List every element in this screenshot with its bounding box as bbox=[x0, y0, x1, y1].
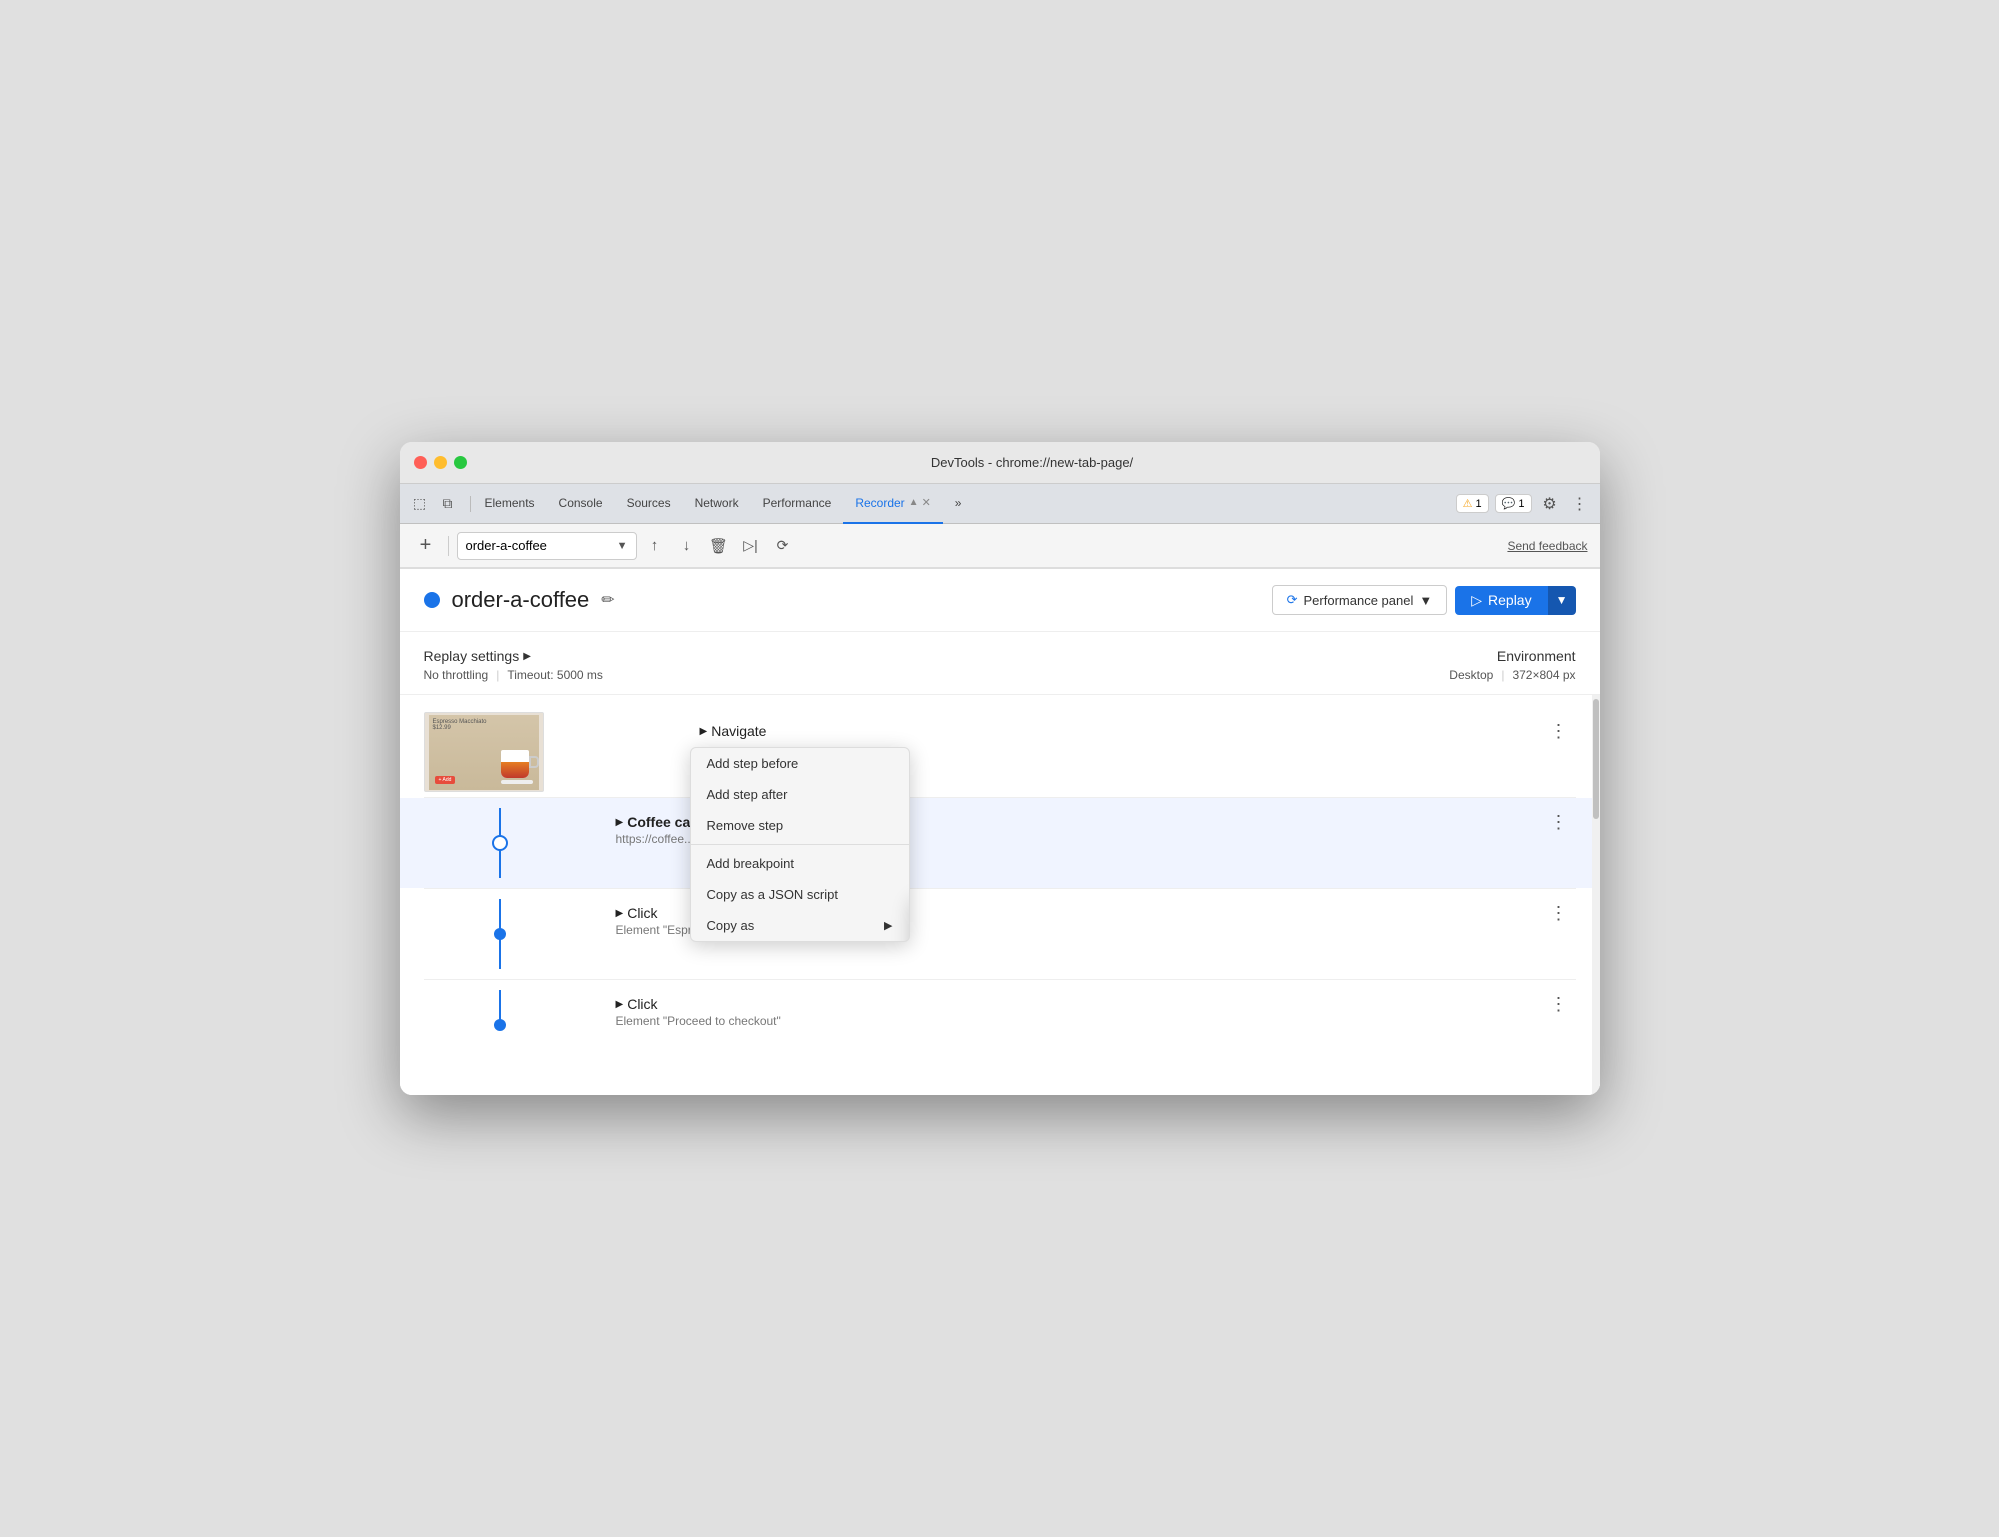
step-into-button[interactable]: ▷| bbox=[737, 532, 765, 560]
window-title: DevTools - chrome://new-tab-page/ bbox=[479, 455, 1586, 470]
warning-icon: ⚠ bbox=[1463, 497, 1473, 510]
recording-name: order-a-coffee bbox=[452, 587, 590, 613]
close-button[interactable] bbox=[414, 456, 427, 469]
step-navigate[interactable]: Espresso Macchiato$12.99 + Add bbox=[400, 707, 1600, 797]
chat-badge[interactable]: 💬 1 bbox=[1495, 494, 1532, 513]
step-more-button-coffee[interactable]: ⋮ bbox=[1542, 808, 1576, 837]
tab-icon-group: ⬚ ⧉ bbox=[408, 492, 460, 516]
ctx-add-step-after[interactable]: Add step after bbox=[691, 779, 909, 810]
timeline-col-4 bbox=[400, 990, 600, 1060]
add-to-cart-text: + Add bbox=[435, 776, 456, 784]
tab-recorder[interactable]: Recorder ▲ ✕ bbox=[843, 484, 942, 524]
coffee-price-text: Espresso Macchiato$12.99 bbox=[433, 719, 487, 731]
step-click-checkout[interactable]: ▶ Click Element "Proceed to checkout" ⋮ bbox=[400, 980, 1600, 1070]
device-icon[interactable]: ⧉ bbox=[436, 492, 460, 516]
step-checkout-content: ▶ Click Element "Proceed to checkout" bbox=[600, 990, 1542, 1028]
close-tab-icon[interactable]: ✕ bbox=[922, 496, 931, 509]
ctx-add-step-before[interactable]: Add step before bbox=[691, 748, 909, 779]
delete-button[interactable]: 🗑 bbox=[705, 532, 733, 560]
timeline-dot-4 bbox=[494, 1019, 506, 1031]
ctx-separator-1 bbox=[691, 844, 909, 845]
edit-name-icon[interactable]: ✏ bbox=[601, 590, 614, 610]
step-checkout-title: ▶ Click bbox=[616, 996, 1542, 1012]
submenu-arrow-icon: ▶ bbox=[884, 919, 892, 932]
tab-badges: ⚠ 1 💬 1 ⚙ ⋮ bbox=[1456, 492, 1592, 516]
performance-panel-button[interactable]: ⟳ Performance panel ▼ bbox=[1272, 585, 1448, 615]
step-expand-icon-3: ▶ bbox=[616, 908, 624, 919]
recording-selector[interactable]: order-a-coffee ▼ bbox=[457, 532, 637, 560]
step-click-espresso[interactable]: ▶ Click Element "Espresso Macchiato" ⋮ bbox=[400, 889, 1600, 979]
timeline-col-1: Espresso Macchiato$12.99 + Add bbox=[400, 717, 600, 787]
settings-icon[interactable]: ⚙ bbox=[1538, 492, 1562, 516]
tab-sources[interactable]: Sources bbox=[615, 484, 683, 524]
step-thumbnail: Espresso Macchiato$12.99 + Add bbox=[424, 712, 544, 792]
step-more-button-checkout[interactable]: ⋮ bbox=[1542, 990, 1576, 1019]
settings-details: No throttling | Timeout: 5000 ms bbox=[424, 668, 603, 682]
perf-dropdown-arrow-icon: ▼ bbox=[1419, 593, 1432, 608]
scrollbar[interactable] bbox=[1592, 695, 1600, 1095]
step-checkout-subtitle: Element "Proceed to checkout" bbox=[616, 1014, 1542, 1028]
maximize-button[interactable] bbox=[454, 456, 467, 469]
step-more-button-navigate[interactable]: ⋮ bbox=[1542, 717, 1576, 746]
tab-network[interactable]: Network bbox=[683, 484, 751, 524]
recording-header: order-a-coffee ✏ ⟳ Performance panel ▼ ▷… bbox=[400, 569, 1600, 632]
context-menu: Add step before Add step after Remove st… bbox=[690, 747, 910, 942]
replay-dropdown-button[interactable]: ▼ bbox=[1548, 586, 1576, 615]
tab-elements[interactable]: Elements bbox=[473, 484, 547, 524]
timeline-dot-2 bbox=[492, 835, 508, 851]
ctx-add-breakpoint[interactable]: Add breakpoint bbox=[691, 848, 909, 879]
replay-play-icon: ▷ bbox=[1471, 592, 1482, 609]
step-more-button-espresso[interactable]: ⋮ bbox=[1542, 899, 1576, 928]
settings-area: Replay settings ▶ No throttling | Timeou… bbox=[400, 632, 1600, 695]
tab-performance[interactable]: Performance bbox=[751, 484, 844, 524]
steps-area: Espresso Macchiato$12.99 + Add bbox=[400, 695, 1600, 1095]
ctx-copy-json[interactable]: Copy as a JSON script bbox=[691, 879, 909, 910]
environment-info: Environment Desktop | 372×804 px bbox=[1449, 648, 1575, 682]
content-area: order-a-coffee ✏ ⟳ Performance panel ▼ ▷… bbox=[400, 568, 1600, 1095]
tab-sep-1 bbox=[470, 496, 471, 512]
step-expand-icon-2: ▶ bbox=[616, 817, 624, 828]
send-feedback-link[interactable]: Send feedback bbox=[1507, 539, 1587, 553]
title-bar: DevTools - chrome://new-tab-page/ bbox=[400, 442, 1600, 484]
ctx-remove-step[interactable]: Remove step bbox=[691, 810, 909, 841]
step-coffee-cart[interactable]: ▶ Coffee cart https://coffee... ⋮ bbox=[400, 798, 1600, 888]
record-button[interactable]: ⟳ bbox=[769, 532, 797, 560]
export-button[interactable]: ↑ bbox=[641, 532, 669, 560]
replay-settings: Replay settings ▶ No throttling | Timeou… bbox=[424, 648, 603, 682]
tabs-bar: ⬚ ⧉ Elements Console Sources Network Per… bbox=[400, 484, 1600, 524]
timeline-col-2 bbox=[400, 808, 600, 878]
devtools-window: DevTools - chrome://new-tab-page/ ⬚ ⧉ El… bbox=[400, 442, 1600, 1095]
dropdown-arrow-icon: ▼ bbox=[617, 540, 628, 552]
step-navigate-content: ▶ Navigate bbox=[600, 717, 1542, 739]
step-navigate-title: ▶ Navigate bbox=[700, 723, 1542, 739]
replay-main-button[interactable]: ▷ Replay bbox=[1455, 586, 1547, 615]
replay-settings-title: Replay settings ▶ bbox=[424, 648, 603, 664]
warning-badge[interactable]: ⚠ 1 bbox=[1456, 494, 1489, 513]
inspect-icon[interactable]: ⬚ bbox=[408, 492, 432, 516]
new-recording-button[interactable]: + bbox=[412, 532, 440, 560]
scrollbar-thumb bbox=[1593, 699, 1599, 819]
replay-button-group: ▷ Replay ▼ bbox=[1455, 586, 1575, 615]
step-expand-icon: ▶ bbox=[700, 726, 708, 737]
timeline-dot-3 bbox=[494, 928, 506, 940]
coffee-screenshot: Espresso Macchiato$12.99 + Add bbox=[429, 715, 539, 790]
recording-status-dot bbox=[424, 592, 440, 608]
coffee-cup-image bbox=[501, 750, 531, 786]
traffic-lights bbox=[414, 456, 467, 469]
settings-arrow-icon: ▶ bbox=[523, 651, 531, 662]
more-icon[interactable]: ⋮ bbox=[1568, 492, 1592, 516]
header-actions: ⟳ Performance panel ▼ ▷ Replay ▼ bbox=[1272, 585, 1576, 615]
toolbar: + order-a-coffee ▼ ↑ ↓ 🗑 ▷| ⟳ Send feedb… bbox=[400, 524, 1600, 568]
perf-panel-icon: ⟳ bbox=[1287, 592, 1298, 608]
tab-console[interactable]: Console bbox=[547, 484, 615, 524]
step-expand-icon-4: ▶ bbox=[616, 999, 624, 1010]
import-button[interactable]: ↓ bbox=[673, 532, 701, 560]
minimize-button[interactable] bbox=[434, 456, 447, 469]
timeline-col-3 bbox=[400, 899, 600, 969]
tab-more[interactable]: » bbox=[943, 484, 974, 524]
ctx-copy-as[interactable]: Copy as ▶ bbox=[691, 910, 909, 941]
toolbar-sep bbox=[448, 536, 449, 556]
chat-icon: 💬 bbox=[1502, 497, 1516, 510]
